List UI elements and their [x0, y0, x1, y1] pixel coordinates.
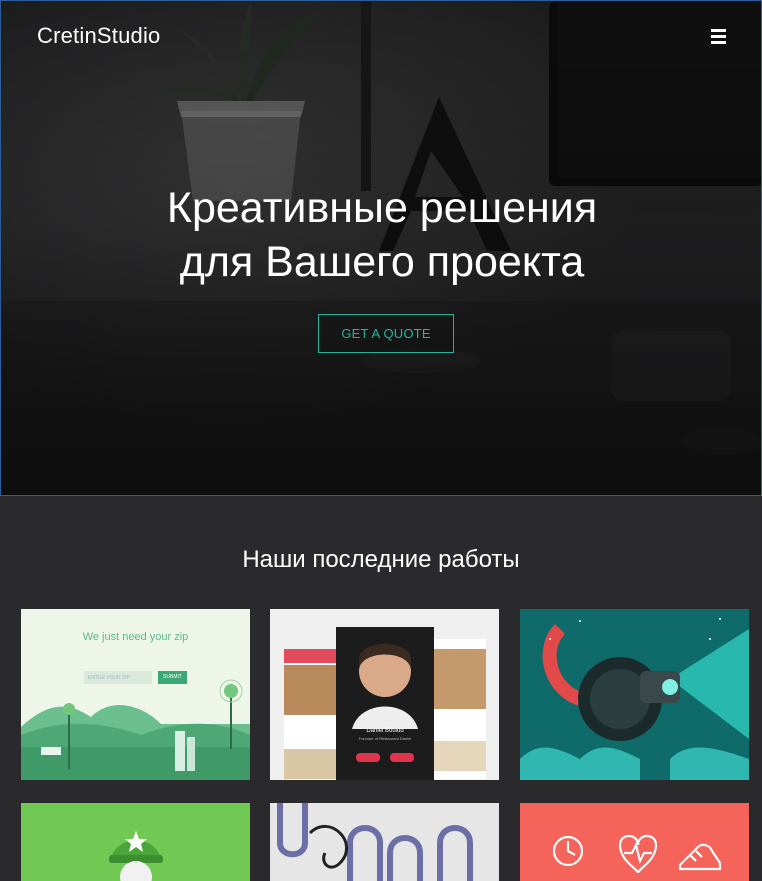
hero-section: CretinStudio Креативные решения для Ваше… — [0, 0, 762, 496]
hero-title-line-1: Креативные решения — [166, 184, 598, 232]
portfolio-item-health-icons[interactable] — [520, 803, 749, 881]
chef-app-mockup — [284, 627, 486, 780]
typography-illustration — [270, 803, 499, 881]
chef-role: Founder of Restaurant Daniel — [358, 736, 412, 741]
hero-title-line-2: для Вашего проекта — [179, 238, 585, 286]
site-logo[interactable]: CretinStudio — [37, 23, 160, 49]
chef-name: Daniel Boulud — [366, 728, 404, 734]
health-icons-illustration — [520, 803, 749, 881]
portfolio-item-robot-illustration[interactable] — [520, 609, 749, 780]
portfolio-item-chef-app[interactable]: Daniel Boulud Founder of Restaurant Dani… — [270, 609, 499, 780]
hero-title: Креативные решения для Вашего проекта — [1, 181, 761, 289]
portfolio-section-title: Наши последние работы — [242, 546, 520, 573]
portfolio-item-zip-landing[interactable]: We just need your zip ENTER YOUR ZIP SUB… — [21, 609, 250, 780]
green-character-illustration — [21, 803, 250, 881]
zip-landscape-illustration — [21, 679, 250, 780]
portfolio-item-typography[interactable] — [270, 803, 499, 881]
get-a-quote-button[interactable]: GET A QUOTE — [318, 314, 454, 353]
robot-illustration — [520, 609, 749, 780]
hamburger-menu-icon[interactable] — [705, 25, 733, 47]
portfolio-item-green-character[interactable] — [21, 803, 250, 881]
